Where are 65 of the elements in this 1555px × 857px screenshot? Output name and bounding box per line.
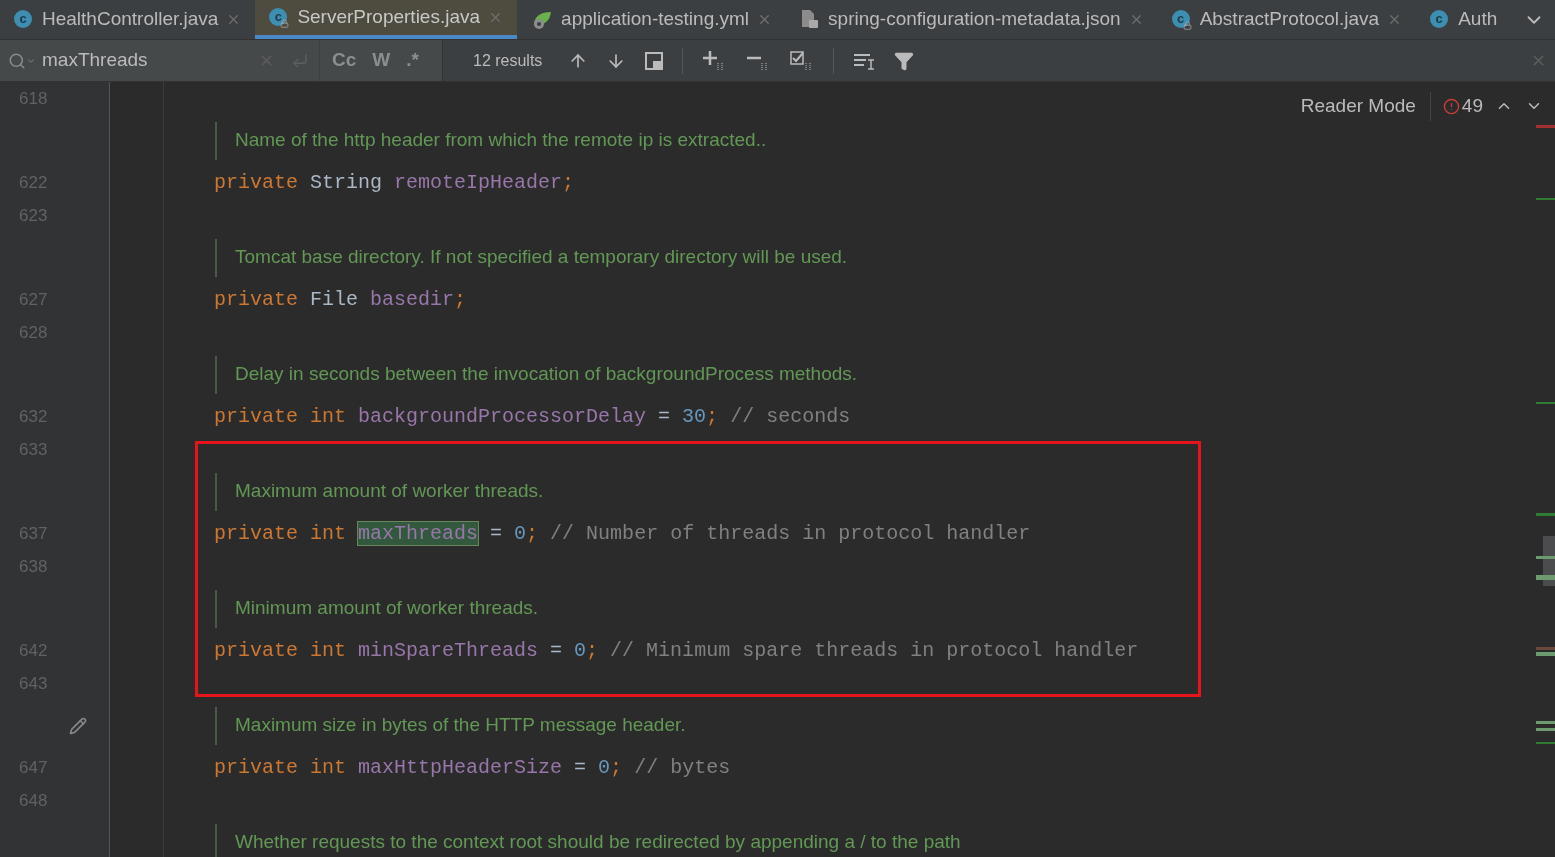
code-token: String bbox=[310, 170, 384, 194]
doc-comment: Maximum amount of worker threads. bbox=[215, 472, 544, 511]
leaf-gear-icon bbox=[531, 9, 554, 30]
locked-class-icon: c bbox=[1171, 9, 1192, 30]
code-token: // bytes bbox=[633, 755, 731, 779]
code-token: int bbox=[310, 521, 348, 545]
class-icon: c bbox=[14, 9, 34, 30]
code-token: private bbox=[214, 521, 299, 545]
search-option-toggle[interactable]: Cc bbox=[332, 46, 357, 75]
error-icon bbox=[1442, 97, 1460, 115]
editor-tab[interactable]: c AbstractProtocol.java bbox=[1157, 0, 1417, 39]
doc-comment: Delay in seconds between the invocation of backgroundProcess methods. bbox=[215, 355, 858, 394]
code-token: 0 bbox=[574, 638, 587, 662]
problems-count[interactable]: 49 bbox=[1461, 92, 1483, 121]
editor-tab[interactable]: c Auth bbox=[1416, 0, 1512, 39]
code-token: 0 bbox=[514, 521, 527, 545]
code-token: // seconds bbox=[729, 404, 851, 428]
editor-tab[interactable]: c ServerProperties.java bbox=[255, 0, 518, 39]
code-token: maxHttpHeaderSize bbox=[358, 755, 563, 779]
code-token: = bbox=[573, 755, 588, 779]
editor-tab[interactable]: spring-configuration-metadata.json bbox=[786, 0, 1158, 39]
search-option-toggle[interactable]: W bbox=[372, 46, 391, 75]
search-icon[interactable] bbox=[8, 51, 36, 70]
code-token: File bbox=[310, 287, 360, 311]
code-token: ; bbox=[454, 287, 467, 311]
code-token: private bbox=[214, 404, 299, 428]
code-token: private bbox=[214, 755, 299, 779]
editor-tab[interactable]: application-testing.yml bbox=[517, 0, 787, 39]
code-token: int bbox=[310, 404, 348, 428]
code-token: backgroundProcessorDelay bbox=[358, 404, 647, 428]
reader-mode-link[interactable]: Reader Mode bbox=[1300, 92, 1431, 121]
code-token: private bbox=[214, 170, 299, 194]
code-token: // Minimum spare threads in protocol handler bbox=[609, 638, 1139, 662]
code-token: // Number of threads in protocol handler bbox=[549, 521, 1031, 545]
search-match: maxThreads bbox=[358, 521, 479, 545]
code-token: private bbox=[214, 638, 299, 662]
code-token: ; bbox=[562, 170, 575, 194]
code-token: = bbox=[489, 521, 504, 545]
filter-icon[interactable] bbox=[894, 50, 915, 71]
doc-comment: Tomcat base directory. If not specified a temporary directory will be used. bbox=[215, 238, 848, 277]
search-option-toggle[interactable]: .* bbox=[406, 46, 419, 75]
code-token: ; bbox=[706, 404, 719, 428]
doc-comment: Whether requests to the context root should be redirected by appending a / to the path bbox=[215, 823, 961, 857]
code-token: minSpareThreads bbox=[358, 638, 539, 662]
results-count: 12 results bbox=[473, 50, 543, 71]
code-token: ; bbox=[526, 521, 539, 545]
code-token: private bbox=[214, 287, 299, 311]
code-token: 30 bbox=[682, 404, 707, 428]
search-field[interactable]: maxThreads bbox=[0, 40, 320, 81]
editor-tab[interactable]: c HealthController.java bbox=[0, 0, 256, 39]
code-token: remoteIpHeader bbox=[394, 170, 563, 194]
window-icon[interactable] bbox=[644, 50, 665, 71]
code-token: int bbox=[310, 755, 348, 779]
code-token: int bbox=[310, 638, 348, 662]
code-token: ; bbox=[586, 638, 599, 662]
doc-comment: Name of the http header from which the remote ip is extracted.. bbox=[215, 121, 767, 160]
doc-comment: Maximum size in bytes of the HTTP message header. bbox=[215, 706, 686, 745]
locked-class-icon: c bbox=[269, 7, 290, 28]
code-token: = bbox=[657, 404, 672, 428]
edit-icon[interactable] bbox=[69, 716, 87, 735]
code-token: ; bbox=[610, 755, 623, 779]
code-token: 0 bbox=[598, 755, 611, 779]
code-token: basedir bbox=[370, 287, 455, 311]
doc-comment: Minimum amount of worker threads. bbox=[215, 589, 539, 628]
code-token: = bbox=[549, 638, 564, 662]
